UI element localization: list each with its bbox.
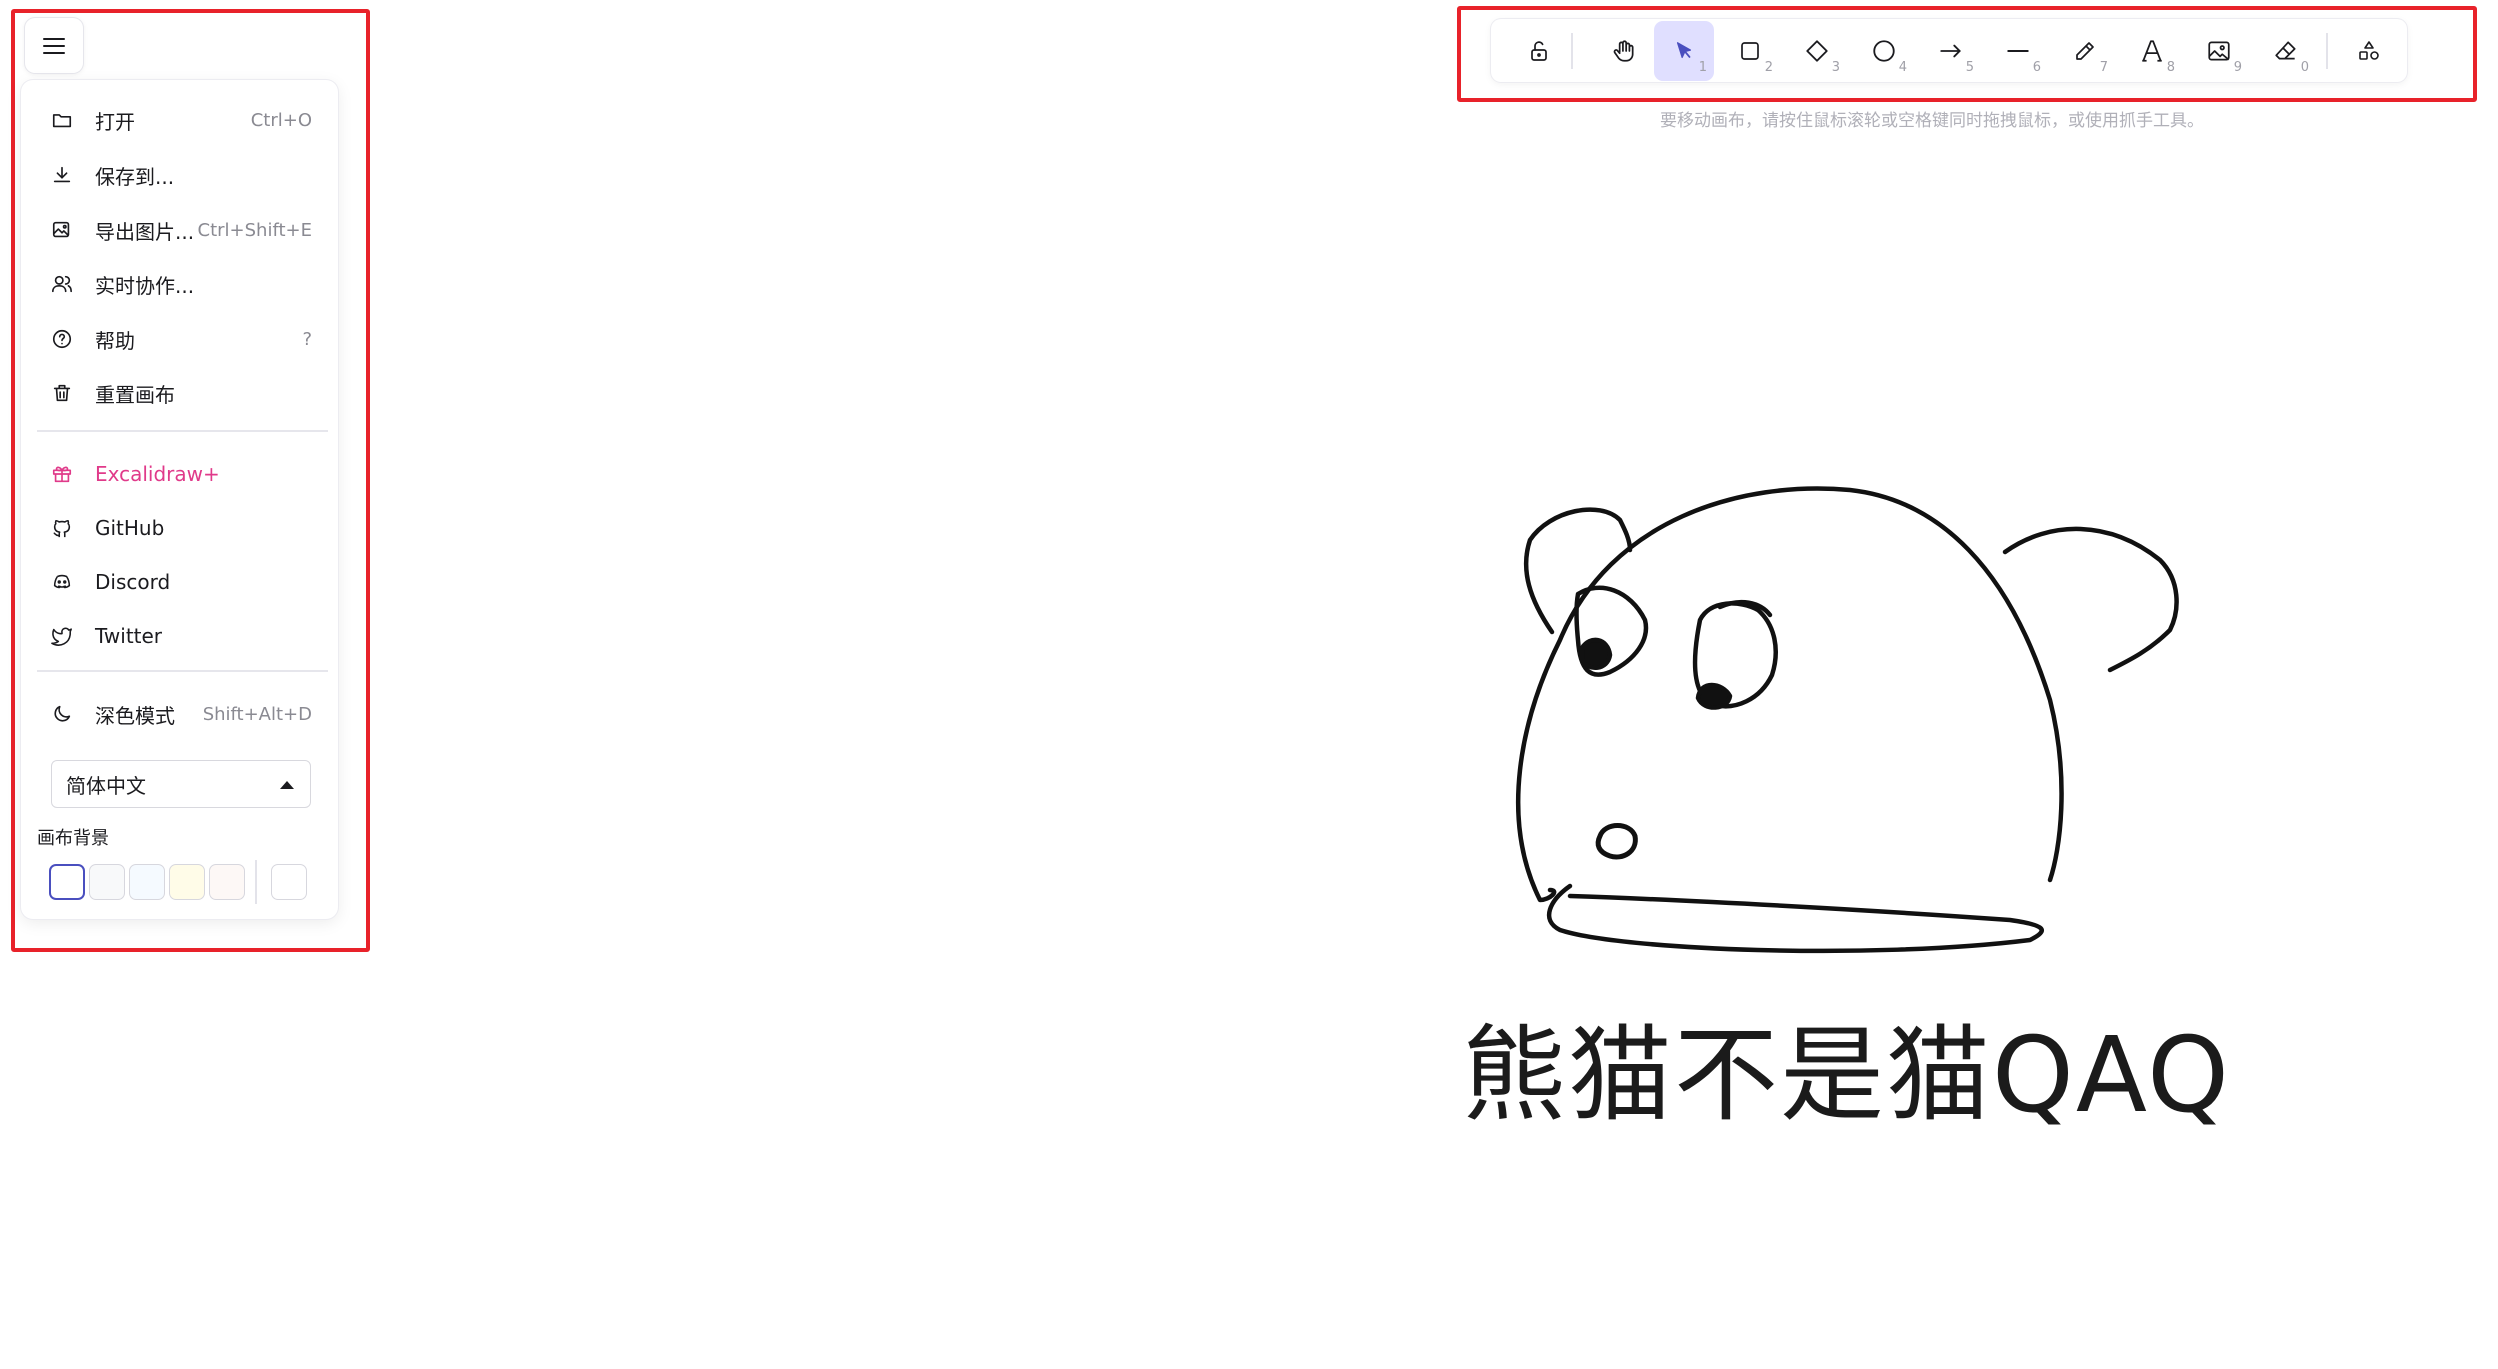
tool-image[interactable]: 9 (2189, 21, 2249, 81)
menu-item-label: 保存到... (95, 164, 175, 189)
folder-icon (49, 107, 75, 133)
swatch-divider (255, 860, 257, 904)
language-select[interactable]: 简体中文 (51, 760, 311, 808)
tool-shortcut: 9 (2233, 60, 2242, 75)
hamburger-icon (43, 37, 65, 54)
canvas-hint-text: 要移动画布，请按住鼠标滚轮或空格键同时拖拽鼠标，或使用抓手工具。 (1660, 111, 2204, 131)
hand-icon (1613, 40, 1634, 62)
bg-swatch-white[interactable] (49, 864, 85, 900)
bg-swatch-light-pink[interactable] (209, 864, 245, 900)
toolbar-divider (2326, 33, 2328, 69)
menu-item-label: 打开 (95, 109, 135, 134)
menu-item-label: 导出图片... (95, 219, 195, 244)
help-circle-icon (49, 326, 75, 352)
tool-arrow[interactable]: 5 (1921, 21, 1981, 81)
menu-item-label: 深色模式 (95, 703, 175, 728)
tool-selection[interactable]: 1 (1654, 21, 1714, 81)
github-icon (49, 515, 75, 541)
tool-shortcut: 7 (2099, 60, 2108, 75)
menu-item-label: Discord (95, 570, 171, 594)
bg-swatch-light-blue[interactable] (129, 864, 165, 900)
selection-icon (1676, 42, 1692, 59)
language-select-value: 简体中文 (66, 773, 146, 798)
tool-shortcut: 6 (2032, 60, 2041, 75)
menu-item-open[interactable]: 打开 Ctrl+O (35, 96, 324, 144)
tool-shortcut: 1 (1698, 60, 1707, 75)
menu-item-dark-mode[interactable]: 深色模式 Shift+Alt+D (35, 690, 324, 738)
arrow-icon (1940, 44, 1961, 58)
menu-item-label: 重置画布 (95, 382, 175, 407)
bg-swatch-light-gray[interactable] (89, 864, 125, 900)
menu-separator (37, 670, 328, 672)
tool-diamond[interactable]: 3 (1787, 21, 1847, 81)
toolbar-divider (1571, 33, 1573, 69)
eraser-icon (2275, 41, 2296, 60)
tool-ellipse[interactable]: 4 (1854, 21, 1914, 81)
bg-swatch-custom[interactable] (271, 864, 307, 900)
pencil-icon (2076, 42, 2094, 60)
main-menu-panel: 打开 Ctrl+O 保存到... 导出图片... Ctrl+Shift+E 实时… (21, 80, 338, 919)
menu-item-shortcut: Ctrl+Shift+E (197, 219, 312, 241)
tool-shortcut: 0 (2300, 60, 2309, 75)
tool-line[interactable]: 6 (1988, 21, 2048, 81)
menu-separator (37, 430, 328, 432)
tool-eraser[interactable]: 0 (2256, 21, 2316, 81)
rectangle-icon (1741, 42, 1759, 60)
trash-icon (49, 380, 75, 406)
tool-library[interactable] (2339, 21, 2399, 81)
menu-item-shortcut: Shift+Alt+D (202, 703, 312, 725)
export-image-icon (49, 217, 75, 243)
menu-item-label: Twitter (95, 624, 163, 648)
canvas-caption-text: 熊猫不是猫QAQ (1462, 1014, 2232, 1136)
tool-bar: 1 2 3 4 5 6 7 8 9 0 (1491, 19, 2407, 82)
discord-icon (49, 569, 75, 595)
menu-item-twitter[interactable]: Twitter (35, 612, 324, 660)
menu-item-excalidraw-plus[interactable]: Excalidraw+ (35, 450, 324, 498)
moon-icon (49, 701, 75, 727)
download-icon (49, 162, 75, 188)
menu-item-save-to[interactable]: 保存到... (35, 151, 324, 199)
menu-item-github[interactable]: GitHub (35, 504, 324, 552)
menu-item-label: 实时协作... (95, 273, 195, 298)
tool-lock[interactable] (1509, 21, 1569, 81)
main-menu-button[interactable] (25, 18, 83, 73)
tool-shortcut: 3 (1831, 60, 1840, 75)
tool-shortcut: 2 (1764, 60, 1773, 75)
menu-item-shortcut: Ctrl+O (250, 109, 312, 131)
menu-item-label: GitHub (95, 516, 165, 540)
tool-shortcut: 4 (1898, 60, 1907, 75)
tool-pencil[interactable]: 7 (2055, 21, 2115, 81)
tool-shortcut: 8 (2166, 60, 2175, 75)
tool-shortcut: 5 (1965, 60, 1974, 75)
diamond-icon (1806, 40, 1828, 62)
tool-rectangle[interactable]: 2 (1720, 21, 1780, 81)
menu-item-discord[interactable]: Discord (35, 558, 324, 606)
twitter-icon (49, 623, 75, 649)
menu-item-shortcut: ? (302, 328, 312, 350)
menu-item-label: Excalidraw+ (95, 462, 220, 486)
image-icon (2208, 41, 2230, 61)
lock-icon (1531, 41, 1547, 61)
menu-item-help[interactable]: 帮助 ? (35, 315, 324, 363)
panda-doodle-drawing (1516, 486, 2179, 954)
menu-item-live-collab[interactable]: 实时协作... (35, 260, 324, 308)
gift-icon (49, 461, 75, 487)
menu-item-label: 帮助 (95, 328, 135, 353)
users-icon (49, 271, 75, 297)
menu-item-export-image[interactable]: 导出图片... Ctrl+Shift+E (35, 206, 324, 254)
tool-hand[interactable] (1594, 21, 1654, 81)
bg-swatch-light-yellow[interactable] (169, 864, 205, 900)
text-icon (2142, 40, 2162, 62)
shapes-library-icon (2359, 41, 2379, 60)
ellipse-icon (1873, 40, 1895, 62)
caret-up-icon (280, 781, 294, 789)
canvas-background-label: 画布背景 (37, 828, 109, 849)
line-icon (2007, 50, 2029, 52)
tool-text[interactable]: 8 (2122, 21, 2182, 81)
menu-item-reset-canvas[interactable]: 重置画布 (35, 369, 324, 417)
